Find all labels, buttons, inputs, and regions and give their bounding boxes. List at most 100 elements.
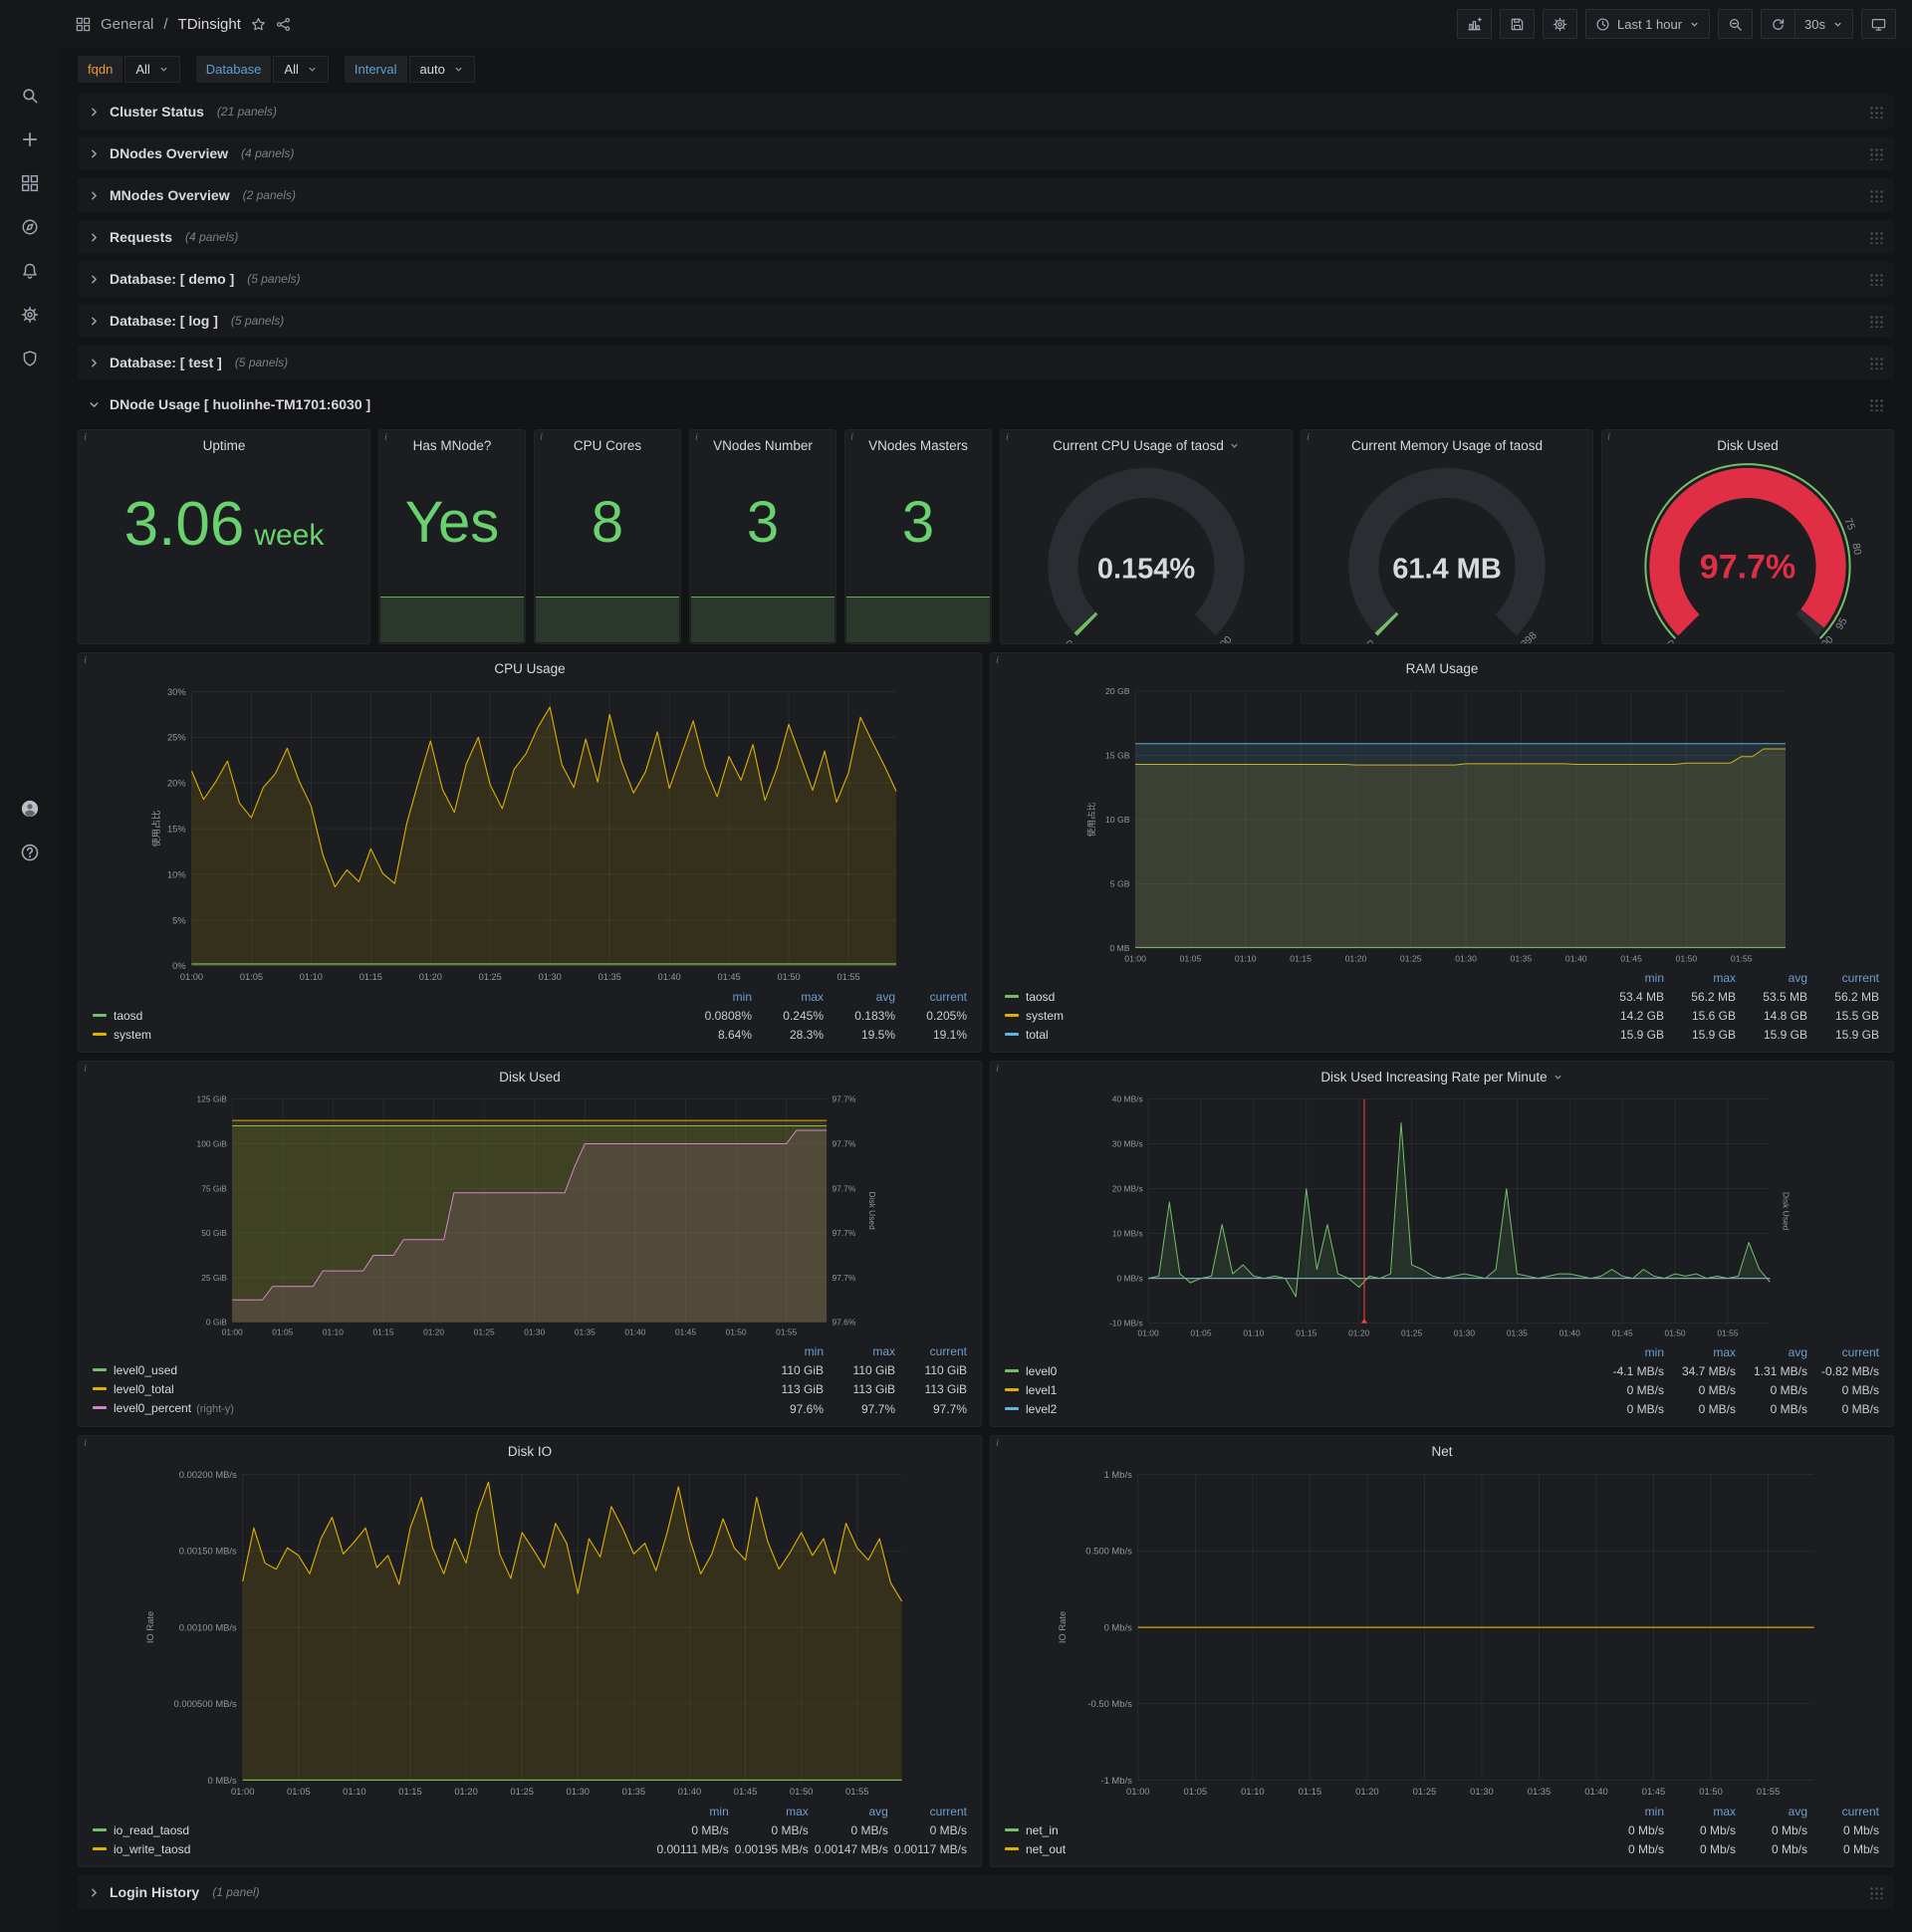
legend-series-toggle[interactable]: taosd bbox=[93, 1007, 680, 1026]
panel-title[interactable]: Uptime bbox=[79, 430, 369, 460]
alerting-icon[interactable] bbox=[7, 249, 53, 293]
variable-value-dropdown[interactable]: All bbox=[124, 56, 180, 83]
dashboards-icon[interactable] bbox=[7, 161, 53, 205]
legend-series-toggle[interactable]: total bbox=[1005, 1026, 1592, 1045]
legend-col-header[interactable]: min bbox=[680, 988, 752, 1007]
legend-col-header[interactable]: min bbox=[1592, 969, 1664, 988]
legend-col-header[interactable]: current bbox=[1807, 969, 1879, 988]
legend-col-header[interactable]: max bbox=[752, 988, 824, 1007]
user-avatar[interactable] bbox=[7, 787, 53, 831]
row-dnodes-overview[interactable]: DNodes Overview (4 panels) bbox=[78, 136, 1894, 170]
legend-series-toggle[interactable]: system bbox=[1005, 1007, 1592, 1026]
legend-series-toggle[interactable]: level0 bbox=[1005, 1362, 1592, 1381]
legend-col-header[interactable]: avg bbox=[1736, 1803, 1807, 1821]
refresh-interval-select[interactable]: 30s bbox=[1794, 9, 1853, 39]
row-drag-handle[interactable] bbox=[1868, 397, 1884, 411]
row-drag-handle[interactable] bbox=[1868, 105, 1884, 119]
panel-info-icon[interactable]: i bbox=[996, 1063, 999, 1075]
panel-title[interactable]: VNodes Number bbox=[690, 430, 836, 460]
explore-icon[interactable] bbox=[7, 205, 53, 249]
row-drag-handle[interactable] bbox=[1868, 1885, 1884, 1899]
legend-col-header[interactable]: avg bbox=[1736, 1343, 1807, 1362]
panel-title[interactable]: Current Memory Usage of taosd bbox=[1302, 430, 1592, 460]
row-dnode-usage[interactable]: DNode Usage [ huolinhe-TM1701:6030 ] bbox=[78, 387, 1894, 421]
panel-title[interactable]: Has MNode? bbox=[379, 430, 525, 460]
panel-title[interactable]: Net bbox=[991, 1436, 1893, 1466]
legend-col-header[interactable]: max bbox=[1664, 969, 1736, 988]
legend-col-header[interactable]: max bbox=[729, 1803, 809, 1821]
legend-series-toggle[interactable]: level0_total bbox=[93, 1380, 752, 1399]
legend-col-header[interactable]: avg bbox=[824, 988, 895, 1007]
panel-title[interactable]: VNodes Masters bbox=[845, 430, 991, 460]
row-cluster-status[interactable]: Cluster Status (21 panels) bbox=[78, 95, 1894, 128]
refresh-button[interactable] bbox=[1761, 9, 1795, 39]
panel-info-icon[interactable]: i bbox=[695, 431, 698, 443]
row-drag-handle[interactable] bbox=[1868, 146, 1884, 160]
configuration-icon[interactable] bbox=[7, 293, 53, 337]
row-drag-handle[interactable] bbox=[1868, 314, 1884, 328]
row-database-test[interactable]: Database: [ test ] (5 panels) bbox=[78, 346, 1894, 379]
legend-col-header[interactable]: min bbox=[1592, 1803, 1664, 1821]
legend-col-header[interactable]: min bbox=[650, 1803, 728, 1821]
search-icon[interactable] bbox=[7, 74, 53, 118]
panel-info-icon[interactable]: i bbox=[84, 1437, 87, 1449]
panel-info-icon[interactable]: i bbox=[1006, 431, 1009, 443]
row-login-history[interactable]: Login History (1 panel) bbox=[78, 1875, 1894, 1909]
create-icon[interactable] bbox=[7, 118, 53, 161]
legend-col-header[interactable]: current bbox=[895, 988, 967, 1007]
panel-info-icon[interactable]: i bbox=[84, 1063, 87, 1075]
row-database-log[interactable]: Database: [ log ] (5 panels) bbox=[78, 304, 1894, 338]
panel-info-icon[interactable]: i bbox=[84, 654, 87, 666]
time-range-picker[interactable]: Last 1 hour bbox=[1584, 9, 1711, 39]
legend-col-header[interactable]: min bbox=[1592, 1343, 1664, 1362]
legend-series-toggle[interactable]: taosd bbox=[1005, 988, 1592, 1007]
row-drag-handle[interactable] bbox=[1868, 356, 1884, 369]
legend-col-header[interactable]: max bbox=[1664, 1343, 1736, 1362]
panel-info-icon[interactable]: i bbox=[1307, 431, 1310, 443]
row-drag-handle[interactable] bbox=[1868, 230, 1884, 244]
panel-title[interactable]: Disk Used bbox=[1602, 430, 1893, 460]
panel-title[interactable]: RAM Usage bbox=[991, 653, 1893, 683]
legend-col-header[interactable]: avg bbox=[809, 1803, 887, 1821]
legend-col-header[interactable]: current bbox=[895, 1342, 967, 1361]
grafana-logo[interactable] bbox=[12, 12, 48, 48]
panel-title[interactable]: Disk Used Increasing Rate per Minute bbox=[991, 1062, 1893, 1091]
row-requests[interactable]: Requests (4 panels) bbox=[78, 220, 1894, 254]
add-panel-button[interactable] bbox=[1456, 9, 1492, 39]
row-database-demo[interactable]: Database: [ demo ] (5 panels) bbox=[78, 262, 1894, 296]
legend-series-toggle[interactable]: level1 bbox=[1005, 1381, 1592, 1400]
panel-info-icon[interactable]: i bbox=[540, 431, 543, 443]
row-drag-handle[interactable] bbox=[1868, 272, 1884, 286]
panel-title[interactable]: Disk Used bbox=[79, 1062, 981, 1091]
save-dashboard-button[interactable] bbox=[1499, 9, 1535, 39]
panel-info-icon[interactable]: i bbox=[1607, 431, 1610, 443]
row-drag-handle[interactable] bbox=[1868, 188, 1884, 202]
legend-series-toggle[interactable]: level0_used bbox=[93, 1361, 752, 1380]
panel-info-icon[interactable]: i bbox=[996, 1437, 999, 1449]
zoom-out-button[interactable] bbox=[1718, 9, 1754, 39]
help-icon[interactable] bbox=[7, 831, 53, 874]
legend-col-header[interactable]: max bbox=[1664, 1803, 1736, 1821]
panel-title[interactable]: Current CPU Usage of taosd bbox=[1001, 430, 1292, 460]
panel-info-icon[interactable]: i bbox=[84, 431, 87, 443]
cycle-view-button[interactable] bbox=[1861, 9, 1896, 39]
share-icon[interactable] bbox=[276, 17, 291, 32]
legend-col-header[interactable]: avg bbox=[1736, 969, 1807, 988]
legend-col-header[interactable]: max bbox=[824, 1342, 895, 1361]
panel-title[interactable]: Disk IO bbox=[79, 1436, 981, 1466]
panel-title[interactable]: CPU Cores bbox=[535, 430, 680, 460]
legend-series-toggle[interactable]: level0_percent (right-y) bbox=[93, 1399, 752, 1419]
server-admin-icon[interactable] bbox=[7, 337, 53, 380]
legend-col-header[interactable]: current bbox=[1807, 1803, 1879, 1821]
dashboard-grid-icon[interactable] bbox=[76, 17, 91, 32]
legend-series-toggle[interactable]: io_write_taosd bbox=[93, 1840, 650, 1859]
panel-info-icon[interactable]: i bbox=[384, 431, 387, 443]
panel-info-icon[interactable]: i bbox=[850, 431, 853, 443]
dashboard-settings-button[interactable] bbox=[1542, 9, 1577, 39]
legend-series-toggle[interactable]: level2 bbox=[1005, 1400, 1592, 1419]
legend-col-header[interactable]: current bbox=[888, 1803, 967, 1821]
star-icon[interactable] bbox=[251, 17, 266, 32]
breadcrumb-section[interactable]: General bbox=[101, 16, 153, 33]
panel-info-icon[interactable]: i bbox=[996, 654, 999, 666]
dashboard-title[interactable]: TDinsight bbox=[178, 16, 241, 33]
